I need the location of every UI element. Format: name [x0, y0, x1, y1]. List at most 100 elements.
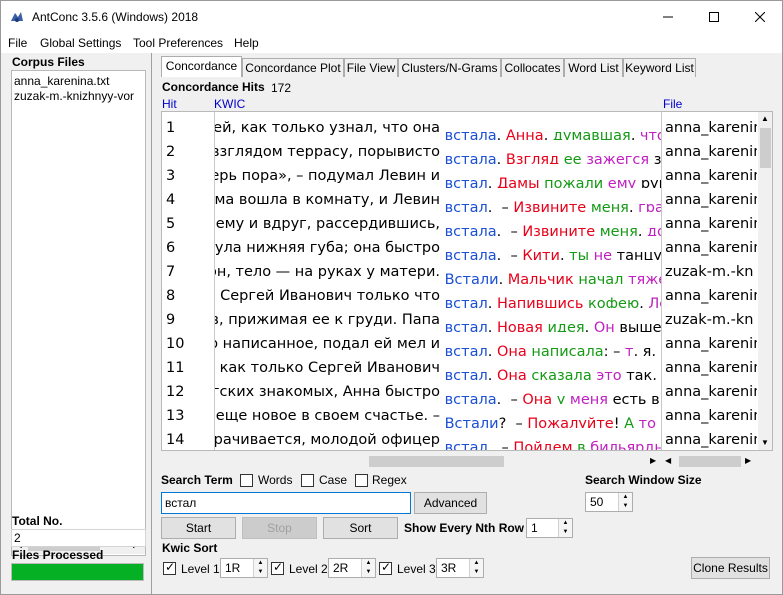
kwic-line[interactable]: у, как только Сергей Иванович встал. Она…: [215, 356, 661, 380]
clone-results-button[interactable]: Clone Results: [691, 557, 770, 579]
kwic-line[interactable]: ов, прижимая ее к груди. Папа встал. Нов…: [215, 308, 661, 332]
file-name-cell[interactable]: anna_karenina: [665, 428, 757, 450]
left-context: ргских знакомых, Анна быстро: [215, 384, 440, 400]
kwic-line[interactable]: рон, тело — на руках у матери. Встали. М…: [215, 260, 661, 284]
level1-spinner[interactable]: 1R ▲ ▼: [220, 558, 268, 578]
kwic-line[interactable]: . Сергей Иванович только что встал. Напи…: [215, 284, 661, 308]
kwic-line[interactable]: нула нижняя губа; она быстро встала. – К…: [215, 236, 661, 260]
menu-file[interactable]: File: [8, 36, 27, 50]
maximize-button[interactable]: [691, 1, 737, 33]
kwic-line[interactable]: ней, как только узнал, что она встала. А…: [215, 116, 661, 140]
file-name-cell[interactable]: anna_karenina: [665, 404, 757, 428]
menu-global-settings[interactable]: Global Settings: [40, 36, 121, 50]
scroll-down-icon[interactable]: ▼: [761, 438, 769, 447]
file-name-cell[interactable]: anna_karenina: [665, 332, 757, 356]
file-name-cell[interactable]: anna_karenina: [665, 188, 757, 212]
file-name-cell[interactable]: anna_karenina: [665, 164, 757, 188]
sort-button[interactable]: Sort: [323, 517, 398, 539]
tab-concordance-plot[interactable]: Concordance Plot: [242, 58, 344, 77]
menu-help[interactable]: Help: [234, 36, 259, 50]
keyword-hit[interactable]: встал: [445, 320, 488, 332]
keyword-hit[interactable]: встал: [445, 344, 488, 356]
tab-collocates[interactable]: Collocates: [501, 58, 564, 77]
scroll-right-icon[interactable]: ▶: [650, 456, 656, 465]
keyword-hit[interactable]: встала: [445, 128, 497, 140]
level2-spinner[interactable]: 2R ▲ ▼: [328, 558, 376, 578]
keyword-hit[interactable]: встал: [445, 440, 488, 450]
kwic-line[interactable]: ала ему и вдруг, рассердившись, встала. …: [215, 212, 661, 236]
keyword-hit[interactable]: встала: [445, 224, 497, 236]
file-name-cell[interactable]: anna_karenina: [665, 356, 757, 380]
keyword-hit[interactable]: встала: [445, 248, 497, 260]
app-window: AntConc 3.5.6 (Windows) 2018 File Global…: [0, 0, 783, 595]
tab-keyword-list[interactable]: Keyword List: [623, 58, 696, 77]
corpus-file-item[interactable]: anna_karenina.txt: [14, 74, 109, 88]
regex-checkbox[interactable]: [355, 474, 368, 487]
file-name-cell[interactable]: zuzak-m.-kn: [665, 308, 753, 332]
tab-clusters-ngrams[interactable]: Clusters/N-Grams: [398, 58, 501, 77]
kwic-line[interactable]: ама вошла в комнату, и Левин встал. – Из…: [215, 188, 661, 212]
tab-concordance[interactable]: Concordance: [161, 56, 242, 77]
level2-value: 2R: [333, 561, 349, 575]
keyword-hit[interactable]: встала: [445, 392, 497, 404]
start-button[interactable]: Start: [161, 517, 236, 539]
case-checkbox[interactable]: [301, 474, 314, 487]
file-name-cell[interactable]: anna_karenina: [665, 212, 757, 236]
file-name-cell[interactable]: anna_karenina: [665, 236, 757, 260]
search-term-input[interactable]: встал: [161, 492, 411, 514]
tab-file-view[interactable]: File View: [344, 58, 398, 77]
file-column-header[interactable]: File: [663, 97, 682, 111]
hit-column-header[interactable]: Hit: [162, 97, 177, 111]
scroll-right-icon[interactable]: ▶: [745, 456, 751, 465]
file-name-cell[interactable]: anna_karenina: [665, 284, 757, 308]
file-name-cell[interactable]: zuzak-m.-kn: [665, 260, 753, 284]
spinner-arrows-icon[interactable]: ▲ ▼: [558, 519, 572, 537]
spinner-arrows-icon[interactable]: ▲ ▼: [253, 559, 267, 577]
words-checkbox[interactable]: [240, 474, 253, 487]
spinner-arrows-icon[interactable]: ▲ ▼: [361, 559, 375, 577]
kwic-column-header[interactable]: KWIC: [214, 97, 245, 111]
kwic-line[interactable]: взглядом террасу, порывисто встала. Взгл…: [215, 140, 661, 164]
panel-divider[interactable]: [151, 53, 152, 594]
file-name-cell[interactable]: anna_karenina: [665, 140, 757, 164]
kwic-line[interactable]: рачивается, молодой офицер встал. – Пойд…: [215, 428, 661, 450]
kwic-horizontal-scrollbar[interactable]: ▶: [214, 453, 662, 470]
corpus-file-item[interactable]: zuzak-m.-knizhnyy-vor: [14, 89, 134, 103]
kwic-line[interactable]: еще новое в своем счастье. – Встали? – П…: [215, 404, 661, 428]
keyword-hit[interactable]: встал: [445, 176, 488, 188]
scroll-thumb[interactable]: [369, 456, 504, 467]
tab-word-list[interactable]: Word List: [564, 58, 623, 77]
hit-number: 4: [166, 192, 176, 208]
level3-checkbox[interactable]: [379, 560, 392, 575]
nth-row-spinner[interactable]: 1 ▲ ▼: [526, 518, 573, 538]
scroll-left-icon[interactable]: ◀: [665, 456, 671, 465]
scroll-up-icon[interactable]: ▲: [761, 114, 769, 123]
keyword-hit[interactable]: встал: [445, 200, 488, 212]
minimize-button[interactable]: [645, 1, 691, 33]
level2-checkbox[interactable]: [271, 560, 284, 575]
kwic-line[interactable]: ргских знакомых, Анна быстро встала. – О…: [215, 380, 661, 404]
kwic-line[interactable]: ер написанное, подал ей мел и встал. Она…: [215, 332, 661, 356]
keyword-hit[interactable]: Встали: [445, 272, 499, 284]
advanced-button[interactable]: Advanced: [414, 492, 487, 514]
keyword-hit[interactable]: встал: [445, 296, 488, 308]
file-name-cell[interactable]: anna_karenina: [665, 116, 757, 140]
spinner-arrows-icon[interactable]: ▲ ▼: [618, 493, 632, 511]
spinner-arrows-icon[interactable]: ▲ ▼: [469, 559, 483, 577]
keyword-hit[interactable]: Встали: [445, 416, 499, 428]
scroll-thumb[interactable]: [760, 128, 771, 168]
file-name-cell[interactable]: anna_karenina: [665, 380, 757, 404]
keyword-hit[interactable]: встала: [445, 152, 497, 164]
search-window-size-spinner[interactable]: 50 ▲ ▼: [585, 492, 633, 512]
menu-tool-preferences[interactable]: Tool Preferences: [133, 36, 223, 50]
file-horizontal-scrollbar[interactable]: ◀ ▶: [663, 453, 773, 470]
files-processed-label: Files Processed: [12, 548, 104, 562]
kwic-line[interactable]: ерь пора», – подумал Левин и встал. Дамы…: [215, 164, 661, 188]
keyword-hit[interactable]: встал: [445, 368, 488, 380]
close-button[interactable]: [737, 1, 783, 33]
results-vertical-scrollbar[interactable]: ▲ ▼: [758, 112, 772, 450]
level1-checkbox[interactable]: [163, 560, 176, 575]
stop-button[interactable]: Stop: [242, 517, 317, 539]
scroll-thumb[interactable]: [679, 456, 741, 467]
level3-spinner[interactable]: 3R ▲ ▼: [436, 558, 484, 578]
